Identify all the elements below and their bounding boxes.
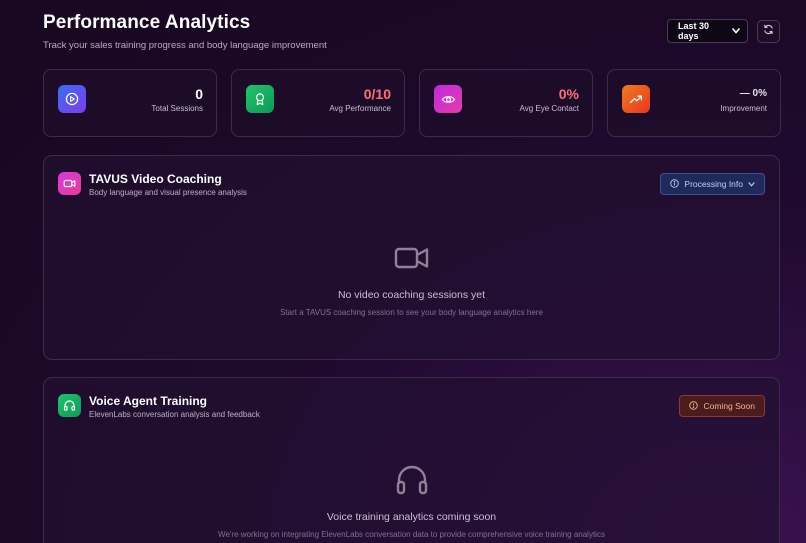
trending-up-icon [622,85,650,113]
date-range-value: Last 30 days [678,21,710,41]
play-circle-icon [58,85,86,113]
video-icon [58,172,81,195]
stat-value: 0 [195,86,203,102]
refresh-icon [763,22,774,40]
chevron-down-icon [732,27,740,36]
stats-row: 0 Total Sessions 0/10 Avg Performance 0%… [43,69,781,137]
clock-icon [689,400,699,412]
refresh-button[interactable] [757,19,780,43]
stat-label: Avg Eye Contact [519,104,579,113]
panel-title: Voice Agent Training [89,394,208,408]
coming-soon-badge: Coming Soon [679,395,765,417]
panel-title: TAVUS Video Coaching [89,172,222,186]
stat-label: Improvement [720,104,767,113]
stat-value: — 0% [740,88,767,99]
video-camera-icon [44,244,779,272]
empty-state-subtitle: We're working on integrating ElevenLabs … [218,530,605,539]
panel-subtitle: Body language and visual presence analys… [89,188,247,197]
stat-value-text: 0% [752,88,767,99]
panel-subtitle: ElevenLabs conversation analysis and fee… [89,410,260,419]
header-controls: Last 30 days [667,19,780,43]
eye-icon [434,85,462,113]
badge-label: Processing Info [684,179,743,189]
stat-card-total-sessions: 0 Total Sessions [43,69,217,137]
empty-state-title: Voice training analytics coming soon [326,511,497,523]
headphones-icon [44,464,779,496]
date-range-select[interactable]: Last 30 days [667,19,748,43]
stat-value: 0% [558,86,579,102]
stat-value: 0/10 [363,86,391,102]
voice-training-panel: Voice Agent Training ElevenLabs conversa… [43,377,780,543]
page-subtitle: Track your sales training progress and b… [43,40,327,51]
stat-card-improvement: — 0% Improvement [607,69,781,137]
empty-state-title: No video coaching sessions yet [337,289,486,301]
award-icon [246,85,274,113]
stat-trend-prefix: — [739,88,750,99]
stat-card-avg-performance: 0/10 Avg Performance [231,69,405,137]
video-coaching-panel: TAVUS Video Coaching Body language and v… [43,155,780,360]
headphones-icon [58,394,81,417]
info-icon [670,178,680,190]
chevron-down-icon [748,179,755,189]
stat-card-avg-eye-contact: 0% Avg Eye Contact [419,69,593,137]
badge-label: Coming Soon [703,401,755,411]
processing-info-button[interactable]: Processing Info [660,173,765,195]
stat-label: Total Sessions [151,104,203,113]
page-header: Performance Analytics Track your sales t… [43,12,327,51]
empty-state-subtitle: Start a TAVUS coaching session to see yo… [280,308,543,317]
stat-label: Avg Performance [329,104,391,113]
page-title: Performance Analytics [43,12,251,33]
